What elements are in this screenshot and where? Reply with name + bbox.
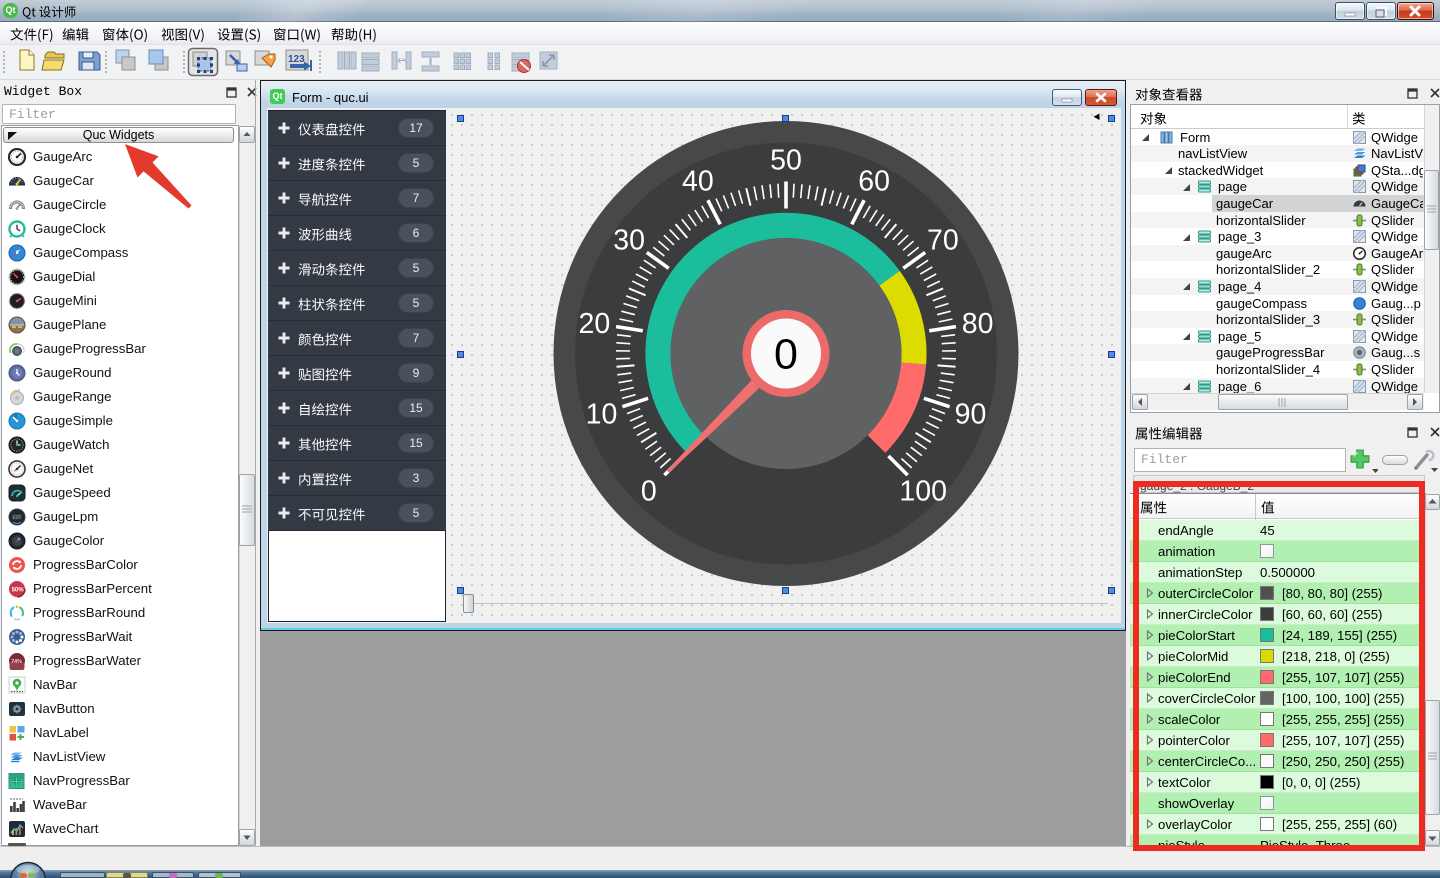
svg-text:50: 50 — [770, 145, 802, 177]
svg-text:20: 20 — [579, 308, 611, 340]
svg-text:2.27: 2.27 — [13, 515, 22, 520]
svg-text:30: 30 — [613, 225, 645, 257]
svg-text:80: 80 — [962, 308, 994, 340]
svg-text:40: 40 — [682, 166, 714, 198]
svg-text:74%: 74% — [11, 659, 22, 665]
svg-text:100: 100 — [899, 476, 947, 508]
svg-text:90: 90 — [955, 398, 987, 430]
svg-text:123: 123 — [288, 54, 305, 65]
svg-text:10: 10 — [586, 398, 618, 430]
svg-text:50%: 50% — [12, 587, 25, 593]
svg-text:0: 0 — [774, 331, 798, 379]
svg-text:0: 0 — [641, 476, 657, 508]
svg-text:60: 60 — [858, 166, 890, 198]
svg-text:70: 70 — [927, 225, 959, 257]
